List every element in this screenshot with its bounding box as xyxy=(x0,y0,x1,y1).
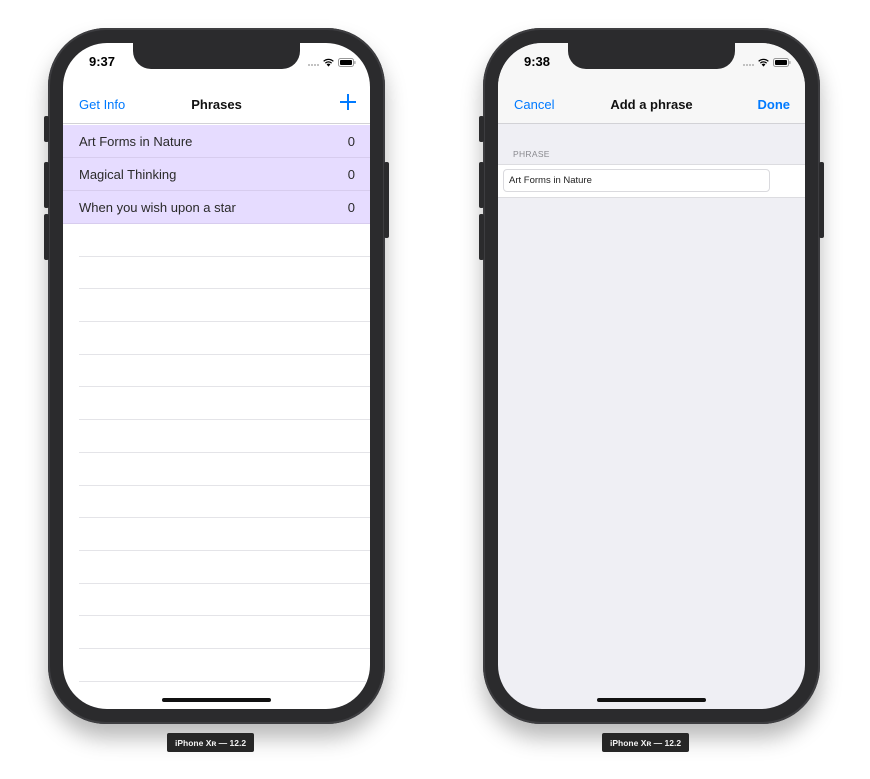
row-separator xyxy=(79,257,370,290)
volume-up-button xyxy=(479,162,484,208)
get-info-button[interactable]: Get Info xyxy=(79,97,125,112)
signal-icon xyxy=(308,58,319,66)
phrases-screen: 9:37 Get Info Phrases Art Forms in Natur… xyxy=(63,43,370,709)
phrase-row[interactable]: When you wish upon a star 0 xyxy=(63,191,370,224)
signal-icon xyxy=(743,58,754,66)
phrase-count: 0 xyxy=(347,167,355,182)
row-separator xyxy=(79,289,370,323)
phrase-row[interactable]: Magical Thinking 0 xyxy=(63,158,370,191)
phrase-count: 0 xyxy=(347,134,355,149)
device-label: iPhone Xʀ — 12.2 xyxy=(167,733,255,752)
row-separator xyxy=(79,224,370,257)
wifi-icon xyxy=(758,58,769,67)
row-separator xyxy=(79,322,370,355)
wifi-icon xyxy=(323,58,334,67)
row-separator xyxy=(79,355,370,388)
navigation-bar: Cancel Add a phrase Done xyxy=(498,87,805,124)
row-separator xyxy=(79,551,370,584)
row-separator xyxy=(79,420,370,453)
status-icons xyxy=(308,57,356,67)
notch xyxy=(133,43,300,69)
device-frame-left: 9:37 Get Info Phrases Art Forms in Natur… xyxy=(44,28,389,724)
row-separator xyxy=(79,649,370,682)
device-label: iPhone Xʀ — 12.2 xyxy=(602,733,690,752)
row-separator xyxy=(79,518,370,551)
row-separator xyxy=(79,387,370,421)
home-indicator[interactable] xyxy=(162,698,271,702)
cancel-button[interactable]: Cancel xyxy=(514,97,554,112)
phrase-text: When you wish upon a star xyxy=(79,200,236,215)
phrase-input[interactable] xyxy=(503,169,770,192)
phrase-cell xyxy=(498,164,805,198)
add-phrase-screen: 9:38 Cancel Add a phrase Done PHRASE xyxy=(498,43,805,709)
status-time: 9:37 xyxy=(89,54,116,69)
navigation-bar: Get Info Phrases xyxy=(63,87,370,124)
status-icons xyxy=(743,57,791,67)
battery-icon xyxy=(338,57,356,67)
row-separator xyxy=(79,584,370,617)
phrase-list: Art Forms in Nature 0 Magical Thinking 0… xyxy=(63,125,370,224)
ring-switch xyxy=(479,116,484,142)
row-separator xyxy=(79,616,370,649)
phrase-text: Magical Thinking xyxy=(79,167,177,182)
row-separator xyxy=(79,453,370,486)
battery-icon xyxy=(773,57,791,67)
volume-down-button xyxy=(44,214,49,260)
side-button xyxy=(819,162,824,238)
volume-down-button xyxy=(479,214,484,260)
volume-up-button xyxy=(44,162,49,208)
phrase-count: 0 xyxy=(347,200,355,215)
phrase-section-header: PHRASE xyxy=(513,149,550,159)
phrase-text: Art Forms in Nature xyxy=(79,134,193,149)
side-button xyxy=(384,162,389,238)
done-button[interactable]: Done xyxy=(758,97,791,112)
notch xyxy=(568,43,735,69)
status-time: 9:38 xyxy=(524,54,551,69)
row-separator xyxy=(79,486,370,519)
empty-table-separators xyxy=(63,224,370,682)
ring-switch xyxy=(44,116,49,142)
device-frame-right: 9:38 Cancel Add a phrase Done PHRASE xyxy=(479,28,824,724)
home-indicator[interactable] xyxy=(597,698,706,702)
phrase-row[interactable]: Art Forms in Nature 0 xyxy=(63,125,370,158)
plus-icon[interactable] xyxy=(340,94,356,110)
